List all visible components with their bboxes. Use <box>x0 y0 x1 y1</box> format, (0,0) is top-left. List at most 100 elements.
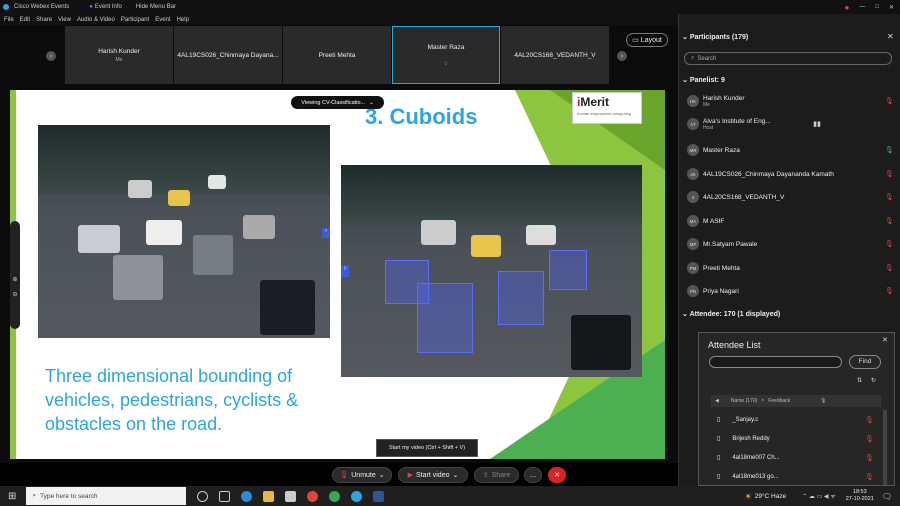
tray-icons[interactable]: ⌃ ☁ ▭ ◀ ᯤ <box>802 492 835 500</box>
avatar: MP <box>687 238 699 250</box>
task-view-icon[interactable] <box>219 490 231 502</box>
panelist-row[interactable]: 4 4AL20CS168_VEDANTH_V 🎙 <box>679 186 900 208</box>
menu-event[interactable]: Event <box>155 17 170 23</box>
chrome-icon[interactable] <box>329 490 341 502</box>
mic-muted-icon[interactable]: 🎙 <box>885 193 894 201</box>
mic-muted-icon[interactable]: 🎙 <box>885 240 894 248</box>
panelist-row[interactable]: AT Alva's Institute of Eng... Host ▮▮ <box>679 113 900 135</box>
mic-muted-icon[interactable]: 🎙 <box>885 97 894 105</box>
cortana-icon[interactable] <box>197 490 209 502</box>
start-video-label: Start video <box>416 471 450 479</box>
panelist-name: 4AL20CS168_VEDANTH_V <box>703 193 785 201</box>
close-button[interactable]: ✕ <box>889 4 894 11</box>
video-thumbnail-active[interactable]: Master Raza ◌ <box>392 26 500 84</box>
traffic-photo-cuboids: › <box>341 165 642 377</box>
menu-participant[interactable]: Participant <box>121 17 149 23</box>
sort-icon[interactable]: ⇅ <box>857 377 862 384</box>
column-feedback[interactable]: Feedback <box>768 398 790 404</box>
panelist-name: 4AL19CS026_Chinmaya Dayananda Kamath <box>703 170 834 178</box>
mic-muted-icon[interactable]: 🎙 <box>885 264 894 272</box>
webex-icon[interactable] <box>351 490 363 502</box>
weather-text[interactable]: 29°C Haze <box>755 493 787 500</box>
attendee-row[interactable]: ▯ Brijesh Reddy 🎙 <box>711 429 881 448</box>
annotation-toolbar: ⊕ ⊖ <box>10 221 20 329</box>
file-explorer-icon[interactable] <box>263 490 275 502</box>
minimize-button[interactable]: — <box>859 4 865 10</box>
panelist-row[interactable]: MP Mr.Satyam Pawale 🎙 <box>679 233 900 255</box>
thumbnail-name: Preeti Mehta <box>318 51 356 59</box>
participant-search-input[interactable]: ⌕ Search <box>684 52 892 65</box>
panelist-row[interactable]: MA M ASIF 🎙 <box>679 210 900 232</box>
refresh-icon[interactable]: ↻ <box>871 377 876 384</box>
avatar: HK <box>687 95 699 107</box>
chevron-down-icon[interactable]: ⌄ <box>682 34 688 41</box>
meeting-controls: 🎙 Unmute ⌄ ▶ Start video ⌄ ⇪ Share … ✕ <box>0 463 678 486</box>
layout-button[interactable]: ▭ Layout <box>626 33 668 47</box>
attendee-header[interactable]: ⌄ Attendee: 170 (1 displayed) <box>682 310 780 318</box>
word-icon[interactable] <box>373 490 385 502</box>
app-title: Cisco Webex Events <box>14 4 70 10</box>
share-button[interactable]: ⇪ Share <box>474 467 519 483</box>
panelist-row[interactable]: HK Harish Kunder Me 🎙 <box>679 90 900 112</box>
chrome-icon[interactable] <box>307 490 319 502</box>
store-icon[interactable] <box>285 490 297 502</box>
mic-muted-icon: 🎙 <box>865 473 874 481</box>
layout-icon: ▭ <box>632 37 639 44</box>
menu-share[interactable]: Share <box>36 17 52 23</box>
record-icon[interactable]: ● <box>845 3 850 12</box>
unmute-button[interactable]: 🎙 Unmute ⌄ <box>332 467 392 483</box>
zoom-in-icon[interactable]: ⊕ <box>10 276 20 283</box>
start-video-button[interactable]: ▶ Start video ⌄ <box>398 467 468 483</box>
attendee-row[interactable]: ▯ 4al18me013 go... 🎙 <box>711 467 881 486</box>
panelist-row[interactable]: PM Preeti Mehta 🎙 <box>679 257 900 279</box>
clock[interactable]: 18:53 27-10-2021 <box>846 489 874 503</box>
attendee-row[interactable]: ▯ _Sanjay.c 🎙 <box>711 410 881 429</box>
menu-file[interactable]: File <box>4 17 14 23</box>
event-info-button[interactable]: Event Info <box>95 4 122 10</box>
mic-muted-icon[interactable]: 🎙 <box>885 287 894 295</box>
mic-muted-icon[interactable]: 🎙 <box>885 217 894 225</box>
edge-icon[interactable] <box>241 490 253 502</box>
title-bar: Cisco Webex Events ● Event Info Hide Men… <box>0 0 900 14</box>
mic-on-icon[interactable]: 🎙 <box>885 146 894 154</box>
end-meeting-button[interactable]: ✕ <box>548 467 566 483</box>
close-dialog-icon[interactable]: ✕ <box>882 336 888 344</box>
panelist-row[interactable]: 4K 4AL19CS026_Chinmaya Dayananda Kamath 🎙 <box>679 163 900 185</box>
menu-edit[interactable]: Edit <box>20 17 30 23</box>
close-panel-icon[interactable]: ✕ <box>887 32 894 41</box>
panelist-name: Mr.Satyam Pawale <box>703 240 758 248</box>
thumbnail-name: Harish Kunder <box>98 47 140 55</box>
traffic-photo-left <box>38 125 330 338</box>
video-thumbnail[interactable]: Preeti Mehta <box>283 26 391 84</box>
viewing-dropdown[interactable]: Viewing CV-Classificatio... ⌄ <box>291 96 384 109</box>
maximize-button[interactable]: □ <box>875 4 879 10</box>
hide-menu-bar-button[interactable]: Hide Menu Bar <box>136 4 176 10</box>
phone-icon: ▯ <box>717 474 721 480</box>
attendee-search-input[interactable] <box>709 356 842 368</box>
more-options-button[interactable]: … <box>524 467 542 483</box>
attendee-row[interactable]: ▯ 4al18me007 Ch... 🎙 <box>711 448 881 467</box>
next-thumbnails-button[interactable]: › <box>617 51 627 61</box>
video-thumbnail[interactable]: Harish Kunder Me <box>65 26 173 84</box>
slide-collapse-icon[interactable]: ‹ <box>322 228 330 238</box>
video-thumbnail[interactable]: 4AL19CS026_Chinmaya Dayana... <box>174 26 282 84</box>
zoom-out-icon[interactable]: ⊖ <box>10 291 20 298</box>
taskbar-search-input[interactable]: ⌕ Type here to search <box>26 487 187 505</box>
panelist-row[interactable]: PN Priya Nagari 🎙 <box>679 280 900 302</box>
menu-audio-video[interactable]: Audio & Video <box>77 17 115 23</box>
slide-nav-left-icon[interactable]: › <box>341 265 349 277</box>
find-button[interactable]: Find <box>849 355 881 369</box>
video-thumbnail[interactable]: 4AL20CS168_VEDANTH_V <box>501 26 609 84</box>
attendee-list-dialog: Attendee List ✕ Find ⇅ ↻ ◀ Name (170) ˄ … <box>698 332 895 486</box>
menu-view[interactable]: View <box>58 17 71 23</box>
thumbnail-name: 4AL20CS168_VEDANTH_V <box>514 51 596 59</box>
column-name[interactable]: Name (170) <box>731 398 757 404</box>
panelist-row[interactable]: MR Master Raza 🎙 <box>679 139 900 161</box>
notification-icon[interactable]: 🗨 <box>882 492 892 501</box>
mic-muted-icon[interactable]: 🎙 <box>885 170 894 178</box>
panelist-header[interactable]: ⌄ Panelist: 9 <box>682 76 725 84</box>
windows-start-icon[interactable]: ⊞ <box>8 491 16 502</box>
scrollbar[interactable] <box>883 410 887 485</box>
menu-help[interactable]: Help <box>177 17 189 23</box>
prev-thumbnails-button[interactable]: ‹ <box>46 51 56 61</box>
